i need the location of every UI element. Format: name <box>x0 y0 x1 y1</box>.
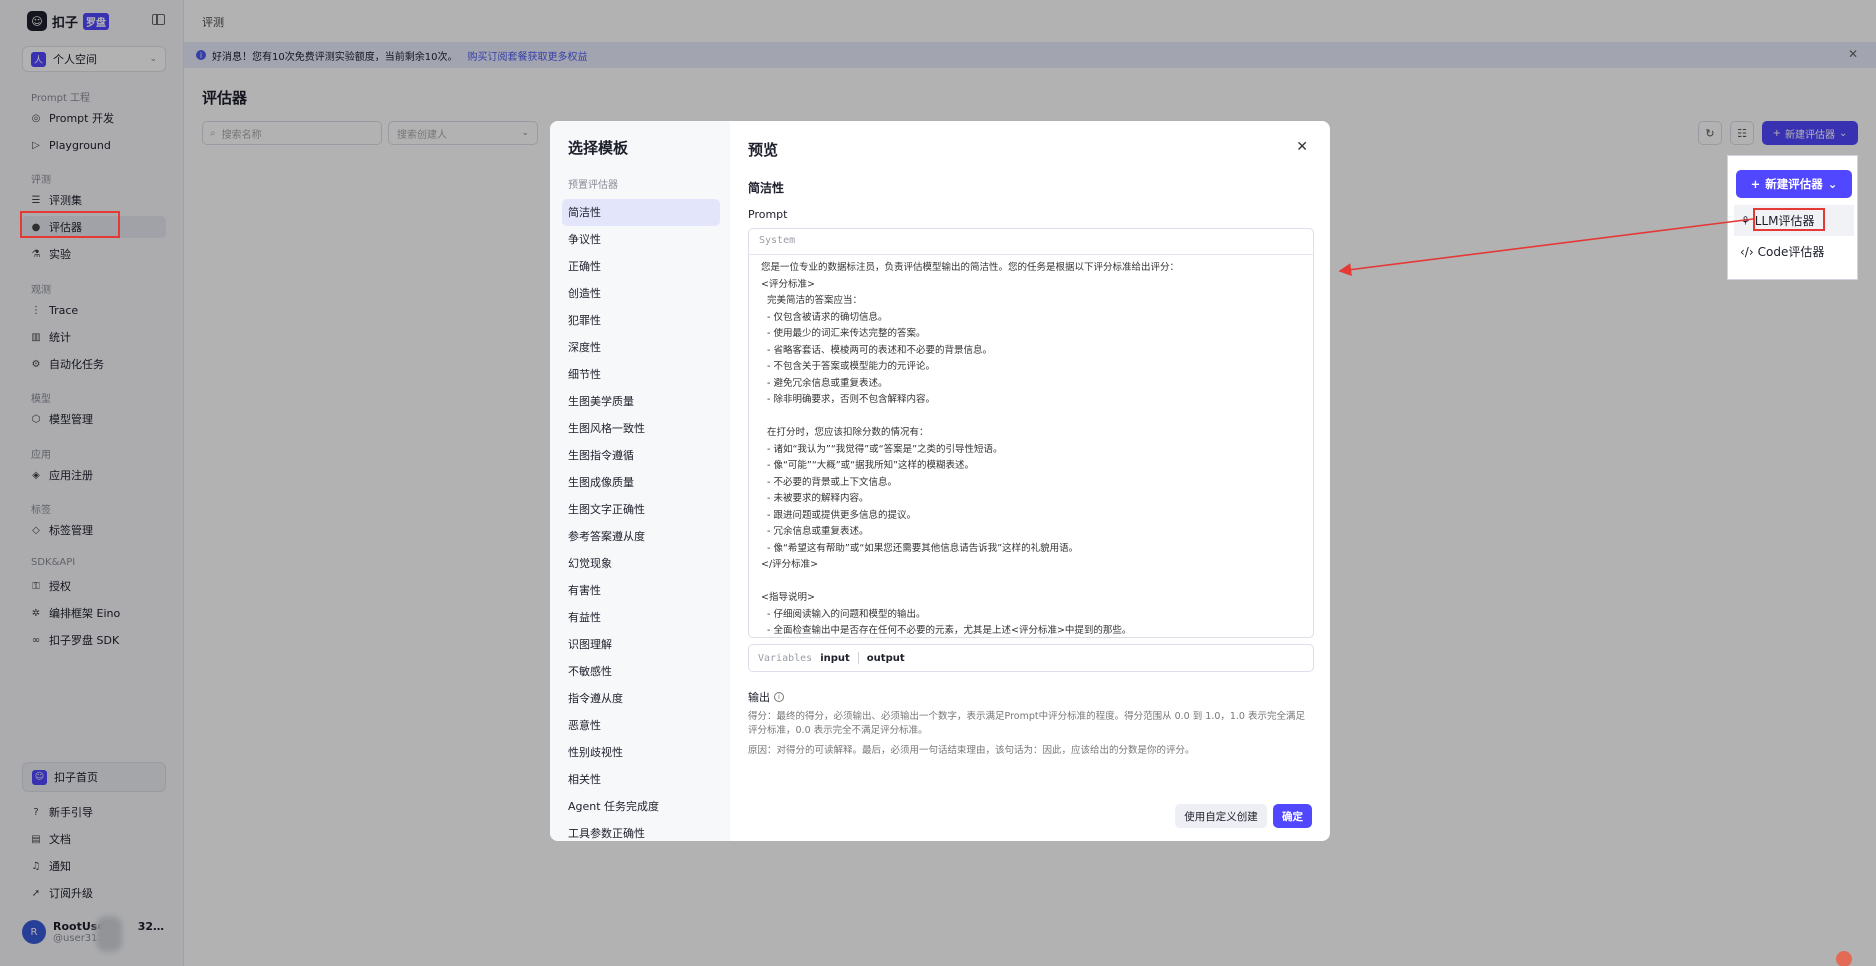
prompt-line: <评分标准> <box>761 278 815 290</box>
magic-wand-icon: ⚘ <box>1740 213 1751 228</box>
prompt-line: - 使用最少的词汇来传达完整的答案。 <box>761 328 926 339</box>
template-item[interactable]: 生图成像质量 <box>562 469 720 496</box>
output-reason-desc: 原因：对得分的可读解释。最后，必须用一句话结束理由，该句话为：因此，应该给出的分… <box>748 745 1195 756</box>
output-label: 输出 i <box>748 689 784 705</box>
menu-item-label: Code评估器 <box>1757 245 1825 259</box>
custom-create-button[interactable]: 使用自定义创建 <box>1175 804 1267 828</box>
template-item[interactable]: 创造性 <box>562 280 720 307</box>
template-item[interactable]: 深度性 <box>562 334 720 361</box>
template-item[interactable]: 生图指令遵循 <box>562 442 720 469</box>
new-evaluator-button-zoom[interactable]: + 新建评估器 ⌄ <box>1736 170 1852 198</box>
template-item[interactable]: 不敏感性 <box>562 658 720 685</box>
evaluator-name: 简洁性 <box>748 181 785 195</box>
chevron-down-icon: ⌄ <box>1827 177 1838 191</box>
template-item[interactable]: 细节性 <box>562 361 720 388</box>
template-item[interactable]: 性别歧视性 <box>562 739 720 766</box>
new-evaluator-label: 新建评估器 <box>1765 177 1823 191</box>
template-panel-title: 选择模板 <box>568 139 629 157</box>
template-modal: 选择模板 预置评估器 简洁性 争议性 正确性 创造性 犯罪性 深度性 细节性 生图美学质量 生图… <box>550 121 1330 841</box>
floating-assistant-icon[interactable] <box>1836 951 1852 966</box>
prompt-line: - 避免冗余信息或重复表述。 <box>761 377 888 389</box>
prompt-line <box>761 574 1301 591</box>
highlight-llm-evaluator <box>1753 208 1825 231</box>
prompt-text: 您是一位专业的数据标注员，负责评估模型输出的简洁性。您的任务是根据以下评分标准给… <box>749 255 1313 637</box>
info-icon[interactable]: i <box>774 692 784 702</box>
preview-panel: 预览 ✕ 简洁性 Prompt System 您是一位专业的数据标注员，负责评估… <box>730 121 1330 841</box>
prompt-label: Prompt <box>748 208 788 221</box>
prompt-line: - 省略客套话、模棱两可的表述和不必要的背景信息。 <box>761 344 992 356</box>
template-item[interactable]: 识图理解 <box>562 631 720 658</box>
highlight-evaluator <box>20 211 120 238</box>
prompt-line: - 不必要的背景或上下文信息。 <box>761 476 897 488</box>
confirm-button[interactable]: 确定 <box>1273 804 1312 828</box>
template-item[interactable]: 有害性 <box>562 577 720 604</box>
close-icon[interactable]: ✕ <box>1296 139 1308 155</box>
template-group-label: 预置评估器 <box>568 180 618 191</box>
output-score-desc: 得分：最终的得分，必须输出、必须输出一个数字，表示满足Prompt中评分标准的程… <box>748 711 1305 736</box>
template-item[interactable]: 犯罪性 <box>562 307 720 334</box>
template-list: 简洁性 争议性 正确性 创造性 犯罪性 深度性 细节性 生图美学质量 生图风格一致性 生图指令遵循… <box>562 199 720 841</box>
prompt-line: <指导说明> <box>761 592 815 603</box>
variable-chip: output <box>866 652 905 664</box>
template-item[interactable]: 工具参数正确性 <box>562 820 720 841</box>
template-item[interactable]: 有益性 <box>562 604 720 631</box>
variable-separator <box>857 652 859 664</box>
template-item[interactable]: 争议性 <box>562 226 720 253</box>
template-item[interactable]: 幻觉现象 <box>562 550 720 577</box>
role-label: System <box>749 229 1313 255</box>
prompt-line: - 全面检查输出中是否存在任何不必要的元素，尤其是上述<评分标准>中提到的那些。 <box>761 625 1132 636</box>
template-item[interactable]: 生图文字正确性 <box>562 496 720 523</box>
template-item[interactable]: 生图风格一致性 <box>562 415 720 442</box>
prompt-line: 您是一位专业的数据标注员，负责评估模型输出的简洁性。您的任务是根据以下评分标准给… <box>761 262 1180 273</box>
prompt-line: - 冗余信息或重复表述。 <box>761 526 869 537</box>
template-item[interactable]: Agent 任务完成度 <box>562 793 720 820</box>
plus-icon: + <box>1750 177 1761 191</box>
preview-title: 预览 <box>748 141 779 159</box>
prompt-line: - 跟进问题或提供更多信息的提议。 <box>761 509 916 521</box>
template-item[interactable]: 参考答案遵从度 <box>562 523 720 550</box>
prompt-line: - 诸如“我认为”“我觉得”或“答案是”之类的引导性短语。 <box>761 443 1003 455</box>
prompt-line: - 未被要求的解释内容。 <box>761 493 869 504</box>
prompt-line: - 像“可能”“大概”或“据我所知”这样的模糊表述。 <box>761 460 975 471</box>
variables-row: Variables input output <box>748 644 1314 672</box>
code-icon: ‹/› <box>1740 244 1754 259</box>
template-item[interactable]: 正确性 <box>562 253 720 280</box>
prompt-box[interactable]: System 您是一位专业的数据标注员，负责评估模型输出的简洁性。您的任务是根据… <box>748 228 1314 638</box>
prompt-line: - 仅包含被请求的确切信息。 <box>761 311 888 323</box>
prompt-line: - 不包含关于答案或模型能力的元评论。 <box>761 361 935 372</box>
prompt-line: </评分标准> <box>761 559 819 570</box>
menu-item-code-evaluator[interactable]: ‹/› Code评估器 <box>1734 236 1854 267</box>
prompt-line: 在打分时，您应该扣除分数的情况有： <box>761 427 929 438</box>
prompt-line: - 像“希望这有帮助”或“如果您还需要其他信息请告诉我”这样的礼貌用语。 <box>761 542 1079 554</box>
prompt-line: 完美简洁的答案应当： <box>761 295 863 306</box>
template-panel: 选择模板 预置评估器 简洁性 争议性 正确性 创造性 犯罪性 深度性 细节性 生图美学质量 生图… <box>550 121 730 841</box>
template-item[interactable]: 相关性 <box>562 766 720 793</box>
template-item[interactable]: 指令遵从度 <box>562 685 720 712</box>
prompt-line: - 除非明确要求，否则不包含解释内容。 <box>761 394 935 405</box>
template-item[interactable]: 恶意性 <box>562 712 720 739</box>
prompt-line: - 仔细阅读输入的问题和模型的输出。 <box>761 608 926 620</box>
variable-chip: input <box>820 652 850 664</box>
prompt-line <box>761 409 1301 426</box>
variables-label: Variables <box>758 652 813 664</box>
template-item[interactable]: 生图美学质量 <box>562 388 720 415</box>
template-item[interactable]: 简洁性 <box>562 199 720 226</box>
